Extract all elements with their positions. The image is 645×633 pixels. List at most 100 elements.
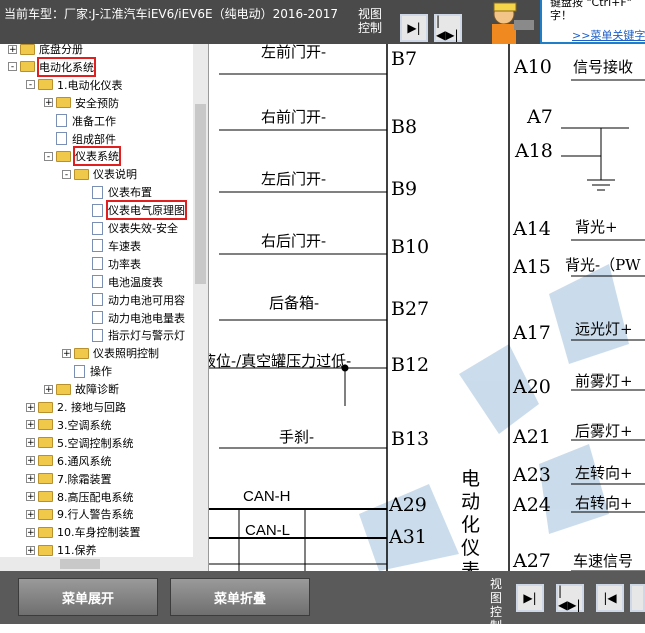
expand-toggle-icon[interactable]: + <box>44 98 53 108</box>
tree-item[interactable]: 指示灯与警示灯 <box>80 326 185 344</box>
pin-a29: A29 <box>389 494 427 516</box>
tree-item[interactable]: +8.高压配电系统 <box>26 488 134 506</box>
pin-b9: B9 <box>391 178 418 200</box>
tree-item[interactable]: + 仪表照明控制 <box>62 344 159 362</box>
label-left-front-door: 左前门开- <box>261 44 327 61</box>
expand-toggle-icon[interactable]: + <box>26 456 35 466</box>
label-front-fog: 前雾灯+ <box>575 372 633 390</box>
tree-item[interactable]: 准备工作 <box>44 112 116 130</box>
bottom-bar: 菜单展开 菜单折叠 视图控制 ▶| |◀▶| |◀ <box>0 571 645 633</box>
pin-a23: A23 <box>513 464 551 486</box>
expand-toggle-icon[interactable]: + <box>26 474 35 484</box>
tree-item[interactable]: 动力电池电量表 <box>80 309 185 327</box>
label-speed-signal: 车速信号 <box>573 552 634 570</box>
tree-item[interactable]: 组成部件 <box>44 130 116 148</box>
tree-item[interactable]: 电池温度表 <box>80 273 163 291</box>
tree-item[interactable]: - 1.电动化仪表 <box>26 76 123 94</box>
tree-item[interactable]: + 安全预防 <box>44 94 119 112</box>
tree-item[interactable]: 功率表 <box>80 255 141 273</box>
tree-item-label: 1.电动化仪表 <box>57 78 123 92</box>
tree-item[interactable]: 操作 <box>62 362 112 380</box>
tree-item[interactable]: 仪表电气原理图 <box>80 200 187 221</box>
prev-page-button-bottom[interactable]: |◀ <box>596 584 624 612</box>
pin-a10: A10 <box>514 56 552 78</box>
expand-toggle-icon[interactable]: + <box>26 420 35 430</box>
fit-width-button-bottom[interactable]: |◀▶| <box>556 584 584 612</box>
expand-toggle-icon[interactable]: + <box>26 527 35 537</box>
tree-item-label: 动力电池电量表 <box>108 311 185 325</box>
folder-icon <box>56 150 71 162</box>
document-icon <box>74 364 85 378</box>
tree-item[interactable]: 车速表 <box>80 237 141 255</box>
expand-toggle-icon[interactable]: + <box>26 509 35 519</box>
view-control-text: 视图控制 <box>358 7 383 35</box>
document-icon <box>92 185 103 199</box>
collapse-toggle-icon[interactable]: - <box>26 80 35 90</box>
horizontal-scrollbar[interactable] <box>0 557 208 571</box>
menu-keyword-link[interactable]: >>菜单关键字 <box>572 27 645 43</box>
document-icon <box>92 293 103 307</box>
pin-b27: B27 <box>391 298 430 320</box>
tree-item[interactable]: +2. 接地与回路 <box>26 398 126 416</box>
tree-item-label: 仪表失效-安全 <box>108 222 178 235</box>
document-icon <box>56 132 67 145</box>
tree-item[interactable]: - 仪表说明 <box>62 165 137 183</box>
document-icon <box>92 328 103 342</box>
tree-item[interactable]: 仪表布置 <box>80 183 152 201</box>
tree-item[interactable]: +7.除霜装置 <box>26 470 112 488</box>
tree-item[interactable]: +10.车身控制装置 <box>26 523 141 541</box>
tree-item[interactable]: +3.空调系统 <box>26 416 112 434</box>
expand-toggle-icon[interactable]: + <box>62 348 71 358</box>
tree-item[interactable]: +9.行人警告系统 <box>26 505 134 523</box>
document-icon <box>92 311 103 324</box>
vertical-scrollbar[interactable] <box>193 44 208 557</box>
tree-item-label: 3.空调系统 <box>57 418 112 432</box>
pin-b10: B10 <box>391 236 430 258</box>
next-page-button[interactable]: ▶| <box>400 14 428 42</box>
scrollbar-thumb[interactable] <box>195 104 206 284</box>
folder-icon <box>38 473 53 485</box>
tip-text: 键盘按 "Ctrl+F" 字！ <box>550 0 632 22</box>
tree-item[interactable]: +6.通风系统 <box>26 452 112 470</box>
tree-item[interactable]: - 仪表系统 <box>44 146 121 167</box>
tree-item-label: 仪表照明控制 <box>93 347 159 361</box>
wiring-diagram: 左前门开- 右前门开- 左后门开- 右后门开- 后备箱- 液位-/真空罐压力过低… <box>209 44 645 571</box>
tree-item-label: 电池温度表 <box>108 275 163 289</box>
tree-item[interactable]: + 故障诊断 <box>44 380 119 398</box>
expand-toggle-icon[interactable]: + <box>26 545 35 555</box>
fit-width-button[interactable]: |◀▶| <box>434 14 462 42</box>
menu-tree[interactable]: + 底盘分册 - 电动化系统 -1.电动化仪表 + 安全预防 准备工作 组成部件 - 仪表系统 - 仪表… <box>0 44 209 571</box>
pin-a15: A15 <box>513 256 551 278</box>
folder-icon <box>38 79 53 91</box>
tree-item[interactable]: 动力电池可用容 <box>80 291 185 309</box>
scrollbar-thumb-horizontal[interactable] <box>60 559 100 569</box>
pin-b8: B8 <box>391 116 418 138</box>
folder-icon <box>38 508 53 520</box>
expand-toggle-icon[interactable]: + <box>26 402 35 412</box>
collapse-toggle-icon[interactable]: - <box>44 151 53 161</box>
menu-collapse-button[interactable]: 菜单折叠 <box>170 578 310 616</box>
document-icon <box>92 203 103 217</box>
collapse-toggle-icon[interactable]: - <box>62 169 71 179</box>
folder-icon <box>56 97 71 109</box>
folder-icon <box>20 44 35 55</box>
extra-button-bottom[interactable] <box>630 584 645 612</box>
next-page-button-bottom[interactable]: ▶| <box>516 584 544 612</box>
tree-item[interactable]: +5.空调控制系统 <box>26 434 134 452</box>
tree-item-label: 9.行人警告系统 <box>57 508 134 522</box>
tree-item[interactable]: 仪表失效-安全 <box>80 219 178 237</box>
menu-expand-button[interactable]: 菜单展开 <box>18 578 158 616</box>
tree-item[interactable]: - 电动化系统 <box>8 56 96 77</box>
collapse-toggle-icon[interactable]: - <box>8 62 17 72</box>
tree-item[interactable]: + 底盘分册 <box>8 44 83 58</box>
expand-toggle-icon[interactable]: + <box>26 438 35 448</box>
expand-toggle-icon[interactable]: + <box>26 492 35 502</box>
expand-toggle-icon[interactable]: + <box>8 44 17 54</box>
expand-toggle-icon[interactable]: + <box>44 384 53 394</box>
arrow-right-icon: ▶| <box>523 591 537 605</box>
folder-icon <box>56 383 71 395</box>
tree-item-label: 操作 <box>90 365 112 379</box>
label-handbrake: 手刹- <box>279 428 315 446</box>
tree-item-label: 10.车身控制装置 <box>57 526 141 540</box>
pin-a20: A20 <box>513 376 551 398</box>
